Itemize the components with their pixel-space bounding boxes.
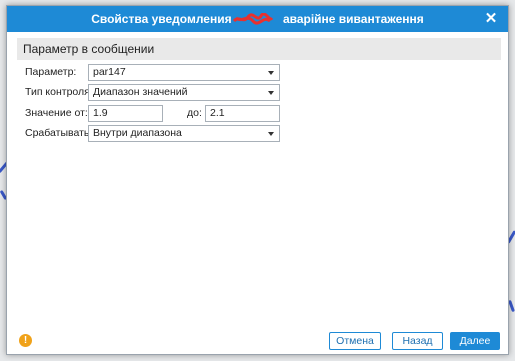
dialog-titlebar: Свойства уведомления – аварійне вивантаж… [7,6,508,32]
chevron-down-icon [268,91,274,95]
value-to-input[interactable]: 2.1 [205,105,280,122]
value-to-label: до: [187,107,202,119]
dialog-title-suffix: аварійне вивантаження [282,12,424,26]
parameter-label: Параметр: [25,66,77,78]
close-icon[interactable]: ✕ [482,10,500,28]
control-type-select[interactable]: Диапазон значений [88,84,280,101]
map-stroke [508,299,515,313]
value-from-input[interactable]: 1.9 [88,105,163,122]
trigger-label: Срабатывать: [25,127,93,139]
trigger-select[interactable]: Внутри диапазона [88,125,280,142]
notification-properties-dialog: Свойства уведомления – аварійне вивантаж… [6,5,509,355]
control-type-label: Тип контроля: [25,86,93,98]
parameter-select[interactable]: par147 [88,64,280,81]
redaction-scribble [233,13,273,25]
warning-icon[interactable]: ! [19,334,32,347]
cancel-button[interactable]: Отмена [329,332,381,350]
control-type-value: Диапазон значений [93,86,188,98]
section-header: Параметр в сообщении [17,38,501,60]
dialog-title-prefix: Свойства уведомления – [91,12,245,26]
chevron-down-icon [268,132,274,136]
value-from-label: Значение от: [25,107,88,119]
parameter-value: par147 [93,66,126,78]
next-button[interactable]: Далее [450,332,500,350]
back-button[interactable]: Назад [392,332,443,350]
chevron-down-icon [268,71,274,75]
trigger-value: Внутри диапазона [93,127,182,139]
